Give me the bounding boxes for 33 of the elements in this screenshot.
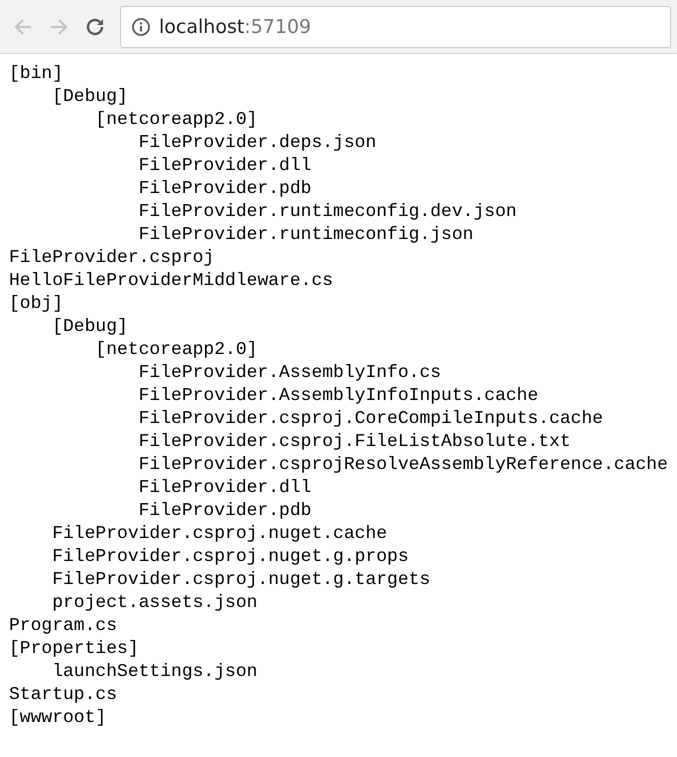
file-entry: FileProvider.csproj.nuget.g.targets xyxy=(52,570,430,590)
url-host: localhost xyxy=(159,16,244,38)
file-entry: [Properties] xyxy=(9,639,139,659)
file-entry: project.assets.json xyxy=(52,593,258,613)
file-entry: FileProvider.csproj xyxy=(9,248,214,268)
url-port: :57109 xyxy=(244,16,312,38)
address-bar[interactable]: localhost:57109 xyxy=(120,6,671,48)
file-entry: launchSettings.json xyxy=(52,662,258,682)
file-entry: [wwwroot] xyxy=(9,708,106,728)
file-entry: HelloFileProviderMiddleware.cs xyxy=(9,271,334,291)
file-entry: FileProvider.runtimeconfig.json xyxy=(138,225,474,245)
file-entry: [netcoreapp2.0] xyxy=(95,110,258,130)
file-entry: [netcoreapp2.0] xyxy=(95,340,258,360)
file-entry: FileProvider.csprojResolveAssemblyReference.cache xyxy=(138,455,668,475)
file-entry: FileProvider.csproj.CoreCompileInputs.cache xyxy=(138,409,604,429)
file-entry: FileProvider.AssemblyInfoInputs.cache xyxy=(138,386,538,406)
file-entry: Startup.cs xyxy=(9,685,118,705)
file-entry: Program.cs xyxy=(9,616,118,636)
file-entry: [bin] xyxy=(9,64,64,84)
file-entry: FileProvider.csproj.FileListAbsolute.txt xyxy=(138,432,571,452)
file-entry: [Debug] xyxy=(52,317,128,337)
file-entry: FileProvider.pdb xyxy=(138,501,312,521)
file-entry: FileProvider.csproj.nuget.g.props xyxy=(52,547,409,567)
file-entry: FileProvider.deps.json xyxy=(138,133,376,153)
file-entry: FileProvider.runtimeconfig.dev.json xyxy=(138,202,517,222)
file-entry: FileProvider.dll xyxy=(138,478,312,498)
file-entry: FileProvider.AssemblyInfo.cs xyxy=(138,363,442,383)
file-entry: [Debug] xyxy=(52,87,128,107)
file-entry: [obj] xyxy=(9,294,64,314)
file-entry: FileProvider.csproj.nuget.cache xyxy=(52,524,388,544)
file-entry: FileProvider.dll xyxy=(138,156,312,176)
info-icon[interactable] xyxy=(131,16,151,36)
file-entry: FileProvider.pdb xyxy=(138,179,312,199)
